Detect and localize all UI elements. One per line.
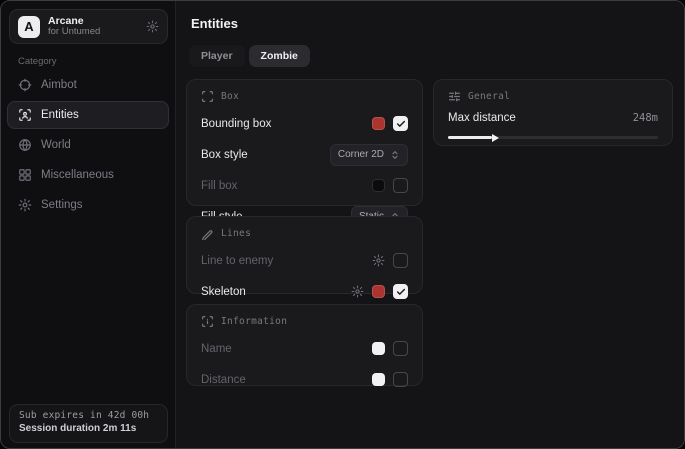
gear-icon	[18, 198, 32, 212]
app-subtitle: for Untumed	[48, 27, 138, 38]
sidebar: A Arcane for Untumed Category Aimbot	[1, 1, 176, 448]
setting-row-fill-box: Fill box	[201, 175, 408, 196]
checkbox[interactable]	[393, 372, 408, 387]
chevrons-up-down-icon	[390, 150, 400, 160]
app-header-card: A Arcane for Untumed	[9, 9, 168, 44]
sidebar-item-settings[interactable]: Settings	[7, 191, 169, 219]
color-swatch[interactable]	[372, 179, 385, 192]
sidebar-item-entities[interactable]: Entities	[7, 101, 169, 129]
box-corners-icon	[201, 90, 214, 103]
info-scan-icon	[201, 315, 214, 328]
information-card: Information Name Distance	[186, 304, 423, 386]
color-swatch[interactable]	[372, 285, 385, 298]
setting-row-bounding-box: Bounding box	[201, 113, 408, 134]
sidebar-item-label: Settings	[41, 199, 83, 211]
category-label: Category	[18, 56, 57, 67]
globe-icon	[18, 138, 32, 152]
gear-icon[interactable]	[351, 285, 364, 298]
app-logo: A	[18, 16, 40, 38]
color-swatch[interactable]	[372, 117, 385, 130]
setting-label: Distance	[201, 374, 246, 386]
sidebar-nav: Aimbot Entities World Miscellaneous	[7, 71, 169, 221]
card-title: Lines	[221, 228, 251, 239]
gear-icon[interactable]	[372, 254, 385, 267]
sidebar-item-label: World	[41, 139, 71, 151]
box-card: Box Bounding box Box style Corner 2D	[186, 79, 423, 206]
session-duration-text: Session duration 2m 11s	[19, 423, 158, 434]
crosshair-icon	[18, 78, 32, 92]
setting-label: Bounding box	[201, 118, 271, 130]
card-title: Box	[221, 91, 239, 102]
setting-label: Skeleton	[201, 286, 246, 298]
checkbox[interactable]	[393, 341, 408, 356]
setting-label: Name	[201, 343, 232, 355]
setting-label: Fill box	[201, 180, 237, 192]
color-swatch[interactable]	[372, 373, 385, 386]
sidebar-item-label: Entities	[41, 109, 79, 121]
slider-fill[interactable]	[448, 136, 492, 139]
general-card: General Max distance 248m	[433, 79, 673, 146]
page-title: Entities	[191, 16, 238, 31]
gear-icon[interactable]	[146, 20, 159, 33]
sidebar-item-world[interactable]: World	[7, 131, 169, 159]
setting-row-box-style: Box style Corner 2D	[201, 144, 408, 165]
tab-zombie[interactable]: Zombie	[249, 45, 310, 67]
setting-row-skeleton: Skeleton	[201, 281, 408, 302]
sidebar-item-label: Aimbot	[41, 79, 77, 91]
main-panel: Entities Player Zombie Box Bounding box	[176, 1, 684, 448]
setting-row-line-to-enemy: Line to enemy	[201, 250, 408, 271]
setting-row-name: Name	[201, 338, 408, 359]
card-title: General	[468, 91, 510, 102]
setting-label: Box style	[201, 149, 248, 161]
app-window: A Arcane for Untumed Category Aimbot	[0, 0, 685, 449]
sliders-icon	[448, 90, 461, 103]
sidebar-item-miscellaneous[interactable]: Miscellaneous	[7, 161, 169, 189]
setting-label: Line to enemy	[201, 255, 273, 267]
tab-player[interactable]: Player	[189, 45, 245, 67]
pencil-line-icon	[201, 227, 214, 240]
sidebar-item-aimbot[interactable]: Aimbot	[7, 71, 169, 99]
checkbox[interactable]	[393, 178, 408, 193]
card-title: Information	[221, 316, 287, 327]
sidebar-item-label: Miscellaneous	[41, 169, 114, 181]
sub-expiry-text: Sub expires in 42d 00h	[19, 410, 158, 421]
select-value: Corner 2D	[338, 149, 384, 160]
setting-label: Max distance	[448, 112, 516, 124]
grid-icon	[18, 168, 32, 182]
checkbox[interactable]	[393, 284, 408, 299]
max-distance-slider[interactable]	[448, 136, 658, 139]
lines-card: Lines Line to enemy Skeleton	[186, 216, 423, 294]
max-distance-value: 248m	[633, 112, 658, 124]
box-style-select[interactable]: Corner 2D	[330, 144, 408, 166]
color-swatch[interactable]	[372, 342, 385, 355]
entity-scan-icon	[18, 108, 32, 122]
subscription-status-card: Sub expires in 42d 00h Session duration …	[9, 404, 168, 443]
entity-tabs: Player Zombie	[189, 45, 310, 67]
checkbox[interactable]	[393, 253, 408, 268]
setting-row-distance: Distance	[201, 369, 408, 390]
checkbox[interactable]	[393, 116, 408, 131]
